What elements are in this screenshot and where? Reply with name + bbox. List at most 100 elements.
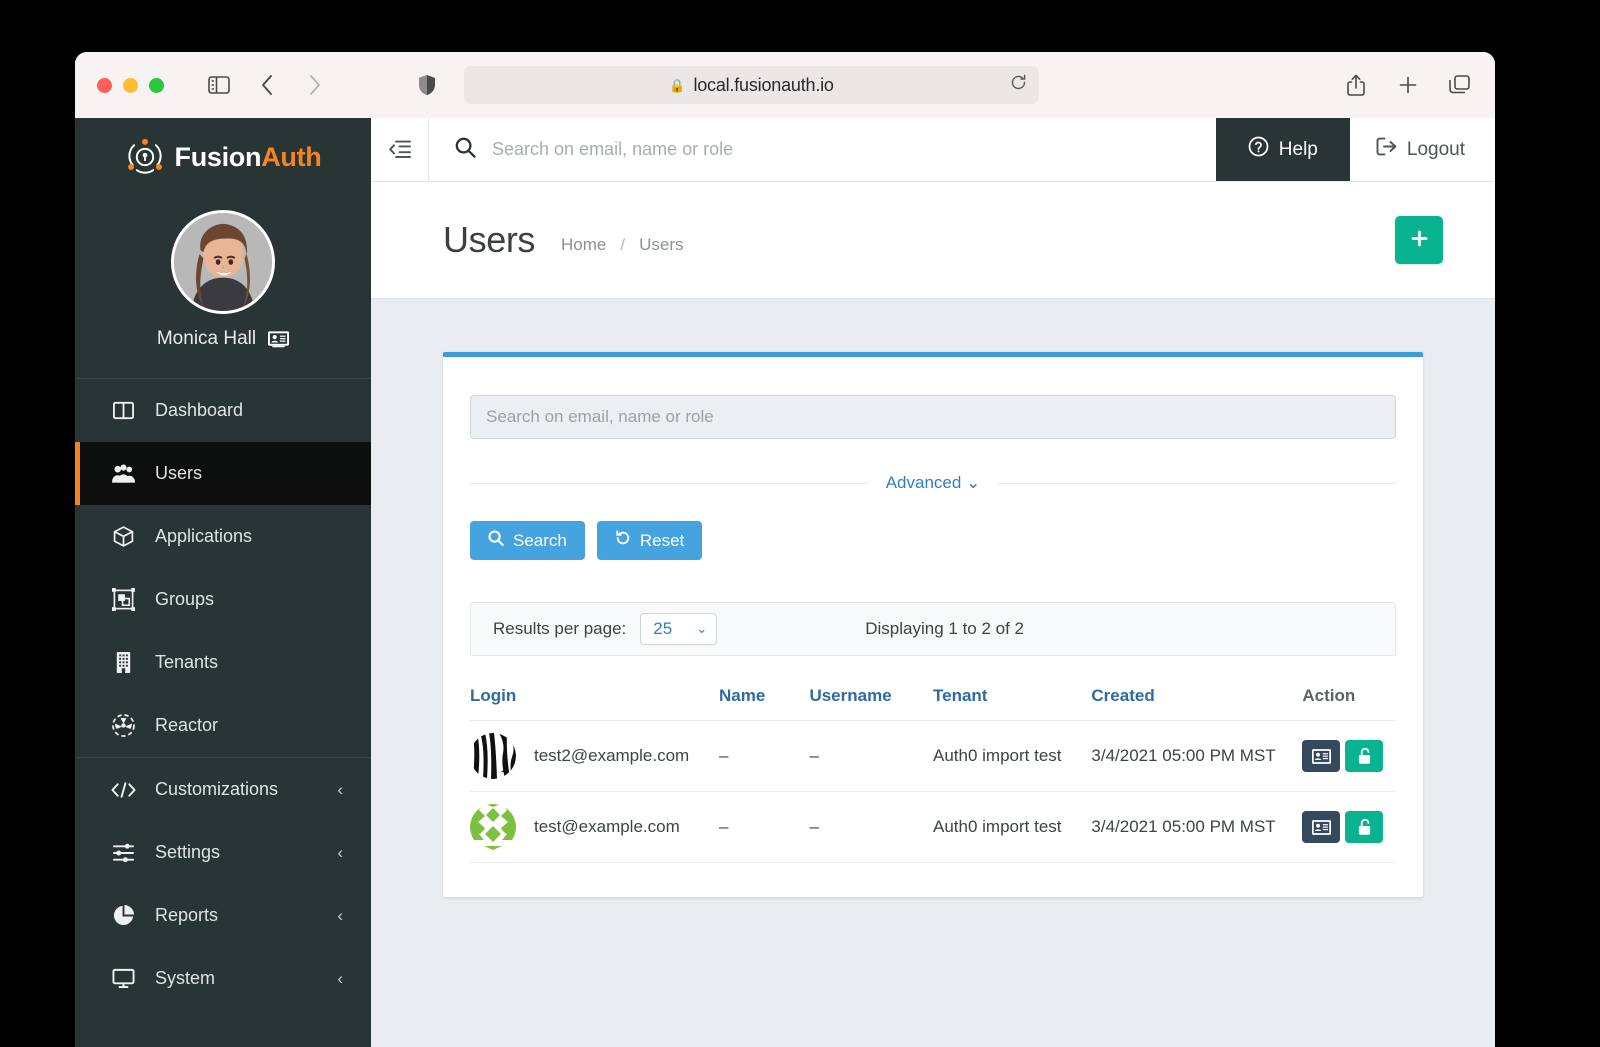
browser-actions xyxy=(1343,72,1473,98)
chevron-down-icon: ⌄ xyxy=(966,473,981,492)
sidebar-item-reports[interactable]: Reports ‹ xyxy=(75,884,371,947)
avatar[interactable] xyxy=(171,210,275,314)
close-window-button[interactable] xyxy=(97,77,112,93)
search-icon xyxy=(455,137,476,163)
groups-icon xyxy=(110,587,136,613)
collapse-sidebar-icon[interactable] xyxy=(371,118,429,181)
sidebar-item-tenants[interactable]: Tenants xyxy=(75,631,371,694)
sidebar-item-settings[interactable]: Settings ‹ xyxy=(75,821,371,884)
cell-username: – xyxy=(809,720,933,792)
table-row[interactable]: test@example.com – – Auth0 import test 3… xyxy=(470,791,1396,863)
applications-icon xyxy=(110,524,136,550)
reset-icon xyxy=(615,530,631,551)
browser-nav-controls xyxy=(206,72,328,98)
table-row[interactable]: test2@example.com – – Auth0 import test … xyxy=(470,720,1396,792)
chevron-icon: ‹ xyxy=(337,842,343,862)
cell-tenant: Auth0 import test xyxy=(933,791,1092,863)
manage-user-button[interactable] xyxy=(1302,740,1341,772)
main-content: Help Logout Users Home / xyxy=(371,118,1495,1047)
plus-icon xyxy=(1410,226,1429,255)
lock-icon: 🔒 xyxy=(669,77,686,93)
user-search-input[interactable] xyxy=(470,395,1396,439)
advanced-toggle-row: Advanced ⌄ xyxy=(470,473,1397,493)
cell-tenant: Auth0 import test xyxy=(933,720,1092,792)
help-label: Help xyxy=(1278,138,1318,160)
id-card-icon[interactable] xyxy=(268,330,290,348)
column-header-tenant[interactable]: Tenant xyxy=(933,678,1092,721)
sidebar-item-label: Reports xyxy=(155,905,219,925)
reactor-icon xyxy=(110,713,136,739)
breadcrumb-separator: / xyxy=(620,235,626,254)
cell-action xyxy=(1302,720,1396,792)
logout-button[interactable]: Logout xyxy=(1349,118,1495,181)
reload-icon[interactable] xyxy=(1010,74,1027,96)
sidebar-item-label: Groups xyxy=(155,589,215,609)
tab-overview-icon[interactable] xyxy=(1447,72,1473,98)
cell-username: – xyxy=(809,791,933,863)
sidebar-item-label: Reactor xyxy=(155,715,219,735)
help-button[interactable]: Help xyxy=(1215,118,1350,181)
shield-icon[interactable] xyxy=(418,74,436,96)
cell-created: 3/4/2021 05:00 PM MST xyxy=(1091,791,1303,863)
forward-arrow-icon[interactable] xyxy=(302,72,328,98)
advanced-toggle[interactable]: Advanced ⌄ xyxy=(886,473,981,493)
back-arrow-icon[interactable] xyxy=(254,72,280,98)
search-button[interactable]: Search xyxy=(470,521,585,560)
breadcrumb-home[interactable]: Home xyxy=(561,235,606,255)
sliders-icon xyxy=(110,840,136,866)
add-user-button[interactable] xyxy=(1395,216,1443,264)
maximize-window-button[interactable] xyxy=(149,77,164,93)
reset-button-label: Reset xyxy=(639,530,685,550)
results-per-page-select[interactable]: 25 ⌄ xyxy=(640,613,718,645)
divider-right xyxy=(998,482,1397,484)
share-icon[interactable] xyxy=(1343,72,1369,98)
sidebar-item-system[interactable]: System ‹ xyxy=(75,947,371,1010)
cell-action xyxy=(1302,791,1396,863)
sidebar-item-customizations[interactable]: Customizations ‹ xyxy=(75,758,371,821)
reset-button[interactable]: Reset xyxy=(596,521,703,560)
global-search[interactable] xyxy=(429,118,1216,181)
sidebar-toggle-icon[interactable] xyxy=(206,72,232,98)
monitor-icon xyxy=(110,966,136,992)
users-table-body: test2@example.com – – Auth0 import test … xyxy=(470,720,1396,863)
login-text: test2@example.com xyxy=(534,746,690,765)
new-tab-plus-icon[interactable] xyxy=(1395,72,1421,98)
column-header-username[interactable]: Username xyxy=(809,678,933,721)
sidebar-item-dashboard[interactable]: Dashboard xyxy=(75,379,371,442)
sidebar: FusionAuth Monica Hall Dashboard Users A… xyxy=(75,118,371,1047)
column-header-action: Action xyxy=(1302,678,1396,721)
breadcrumb-users[interactable]: Users xyxy=(639,235,683,255)
minimize-window-button[interactable] xyxy=(123,77,138,93)
cell-name: – xyxy=(718,791,810,863)
sidebar-nav-primary: Dashboard Users Applications Groups Tena… xyxy=(75,379,371,757)
breadcrumb: Home / Users xyxy=(561,225,684,255)
column-header-created[interactable]: Created xyxy=(1091,678,1303,721)
results-per-page-bar: Results per page: 25 ⌄ Displaying 1 to 2… xyxy=(470,602,1396,656)
column-header-name[interactable]: Name xyxy=(718,678,810,721)
sidebar-item-label: System xyxy=(155,968,216,988)
sidebar-item-label: Settings xyxy=(155,842,221,862)
tenants-icon xyxy=(110,650,136,676)
address-bar[interactable]: 🔒 local.fusionauth.io xyxy=(464,66,1039,104)
unlock-user-button[interactable] xyxy=(1345,740,1384,772)
chevron-icon: ‹ xyxy=(337,779,343,799)
window-traffic-lights xyxy=(97,77,164,93)
login-text: test@example.com xyxy=(534,817,680,836)
search-input[interactable] xyxy=(492,139,1177,160)
sidebar-item-applications[interactable]: Applications xyxy=(75,505,371,568)
column-header-login[interactable]: Login xyxy=(470,678,719,721)
sidebar-item-reactor[interactable]: Reactor xyxy=(75,694,371,757)
profile-name: Monica Hall xyxy=(156,328,257,349)
cell-name: – xyxy=(718,720,810,792)
results-per-page-label: Results per page: xyxy=(493,619,627,638)
sidebar-item-users[interactable]: Users xyxy=(75,442,371,505)
manage-user-button[interactable] xyxy=(1302,811,1341,843)
screenshot-root: 🔒 local.fusionauth.io FusionAuth Monica … xyxy=(0,0,1600,1047)
unlock-user-button[interactable] xyxy=(1345,811,1384,843)
displaying-text: Displaying 1 to 2 of 2 xyxy=(865,619,1025,638)
sidebar-item-groups[interactable]: Groups xyxy=(75,568,371,631)
brand-logo[interactable]: FusionAuth xyxy=(75,118,371,196)
users-table: Login Name Username Tenant Created Actio… xyxy=(470,678,1396,863)
pie-chart-icon xyxy=(110,903,136,929)
search-actions: Search Reset xyxy=(470,521,1396,560)
